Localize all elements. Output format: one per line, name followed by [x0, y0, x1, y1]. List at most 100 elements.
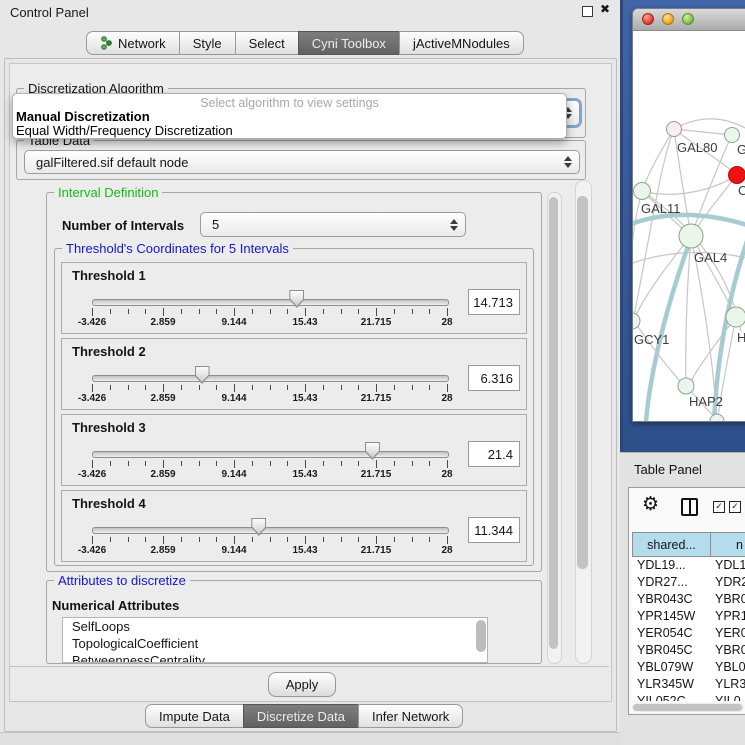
num-intervals-combobox[interactable]: 5 — [200, 212, 466, 237]
tab-style[interactable]: Style — [179, 31, 236, 55]
threshold-label: Threshold 4 — [72, 496, 146, 511]
list-item[interactable]: BetweennessCentrality — [63, 652, 487, 663]
slider-thumb[interactable] — [251, 518, 266, 536]
threshold-panel-1: Threshold 1-3.4262.8599.14415.4321.71528… — [61, 262, 527, 334]
tick-label: 21.715 — [361, 393, 392, 404]
close-traffic-light-icon[interactable] — [642, 13, 654, 25]
node-label: GAL80 — [677, 140, 717, 155]
column-header-name[interactable]: n — [710, 532, 745, 557]
network-node-gcy1[interactable] — [633, 313, 640, 329]
tab-jactivemnodules[interactable]: jActiveMNodules — [399, 31, 524, 55]
table-row[interactable]: YPR145WYPR1 — [632, 608, 745, 625]
tab-impute-data[interactable]: Impute Data — [145, 704, 244, 728]
network-node-gal11[interactable] — [634, 183, 651, 200]
network-window[interactable]: GAL80GAGAL11CGAL4GCY1HHAP2 — [632, 8, 745, 422]
apply-button[interactable]: Apply — [268, 672, 336, 697]
network-canvas[interactable]: GAL80GAGAL11CGAL4GCY1HHAP2 — [633, 31, 745, 421]
list-item[interactable]: SelfLoops — [63, 618, 487, 635]
table-row[interactable]: YDR27...YDR2 — [632, 574, 745, 591]
algorithm-dropdown-popup: Select algorithm to view settings Manual… — [12, 93, 567, 139]
threshold-value-field[interactable]: 14.713 — [468, 289, 520, 315]
threshold-label: Threshold 2 — [72, 344, 146, 359]
tab-infer-network[interactable]: Infer Network — [358, 704, 463, 728]
settings-scrollbar[interactable] — [547, 192, 562, 664]
close-icon[interactable]: ✖ — [600, 2, 610, 16]
table-row[interactable]: YBL079WYBL0 — [632, 659, 745, 676]
slider-thumb[interactable] — [365, 442, 380, 460]
slider-thumb[interactable] — [195, 366, 210, 384]
checkbox-icon[interactable]: ✓ — [713, 501, 725, 513]
tab-network[interactable]: Network — [86, 31, 180, 55]
network-edge[interactable] — [686, 236, 691, 386]
node-label: GAL4 — [694, 250, 727, 265]
network-edge[interactable] — [634, 236, 691, 319]
cell-name: YER0 — [711, 625, 745, 642]
cell-shared-name: YPR145W — [632, 608, 711, 625]
network-window-titlebar[interactable] — [633, 9, 745, 31]
slider-thumb[interactable] — [289, 290, 304, 308]
tab-label: Cyni Toolbox — [312, 36, 386, 51]
network-edge[interactable] — [633, 129, 674, 331]
threshold-panel-2: Threshold 2 -3.4262.8599.14415.4321.71528… — [61, 338, 527, 410]
tick-label: 15.43 — [292, 469, 317, 480]
tab-cyni-toolbox[interactable]: Cyni Toolbox — [298, 31, 400, 55]
table-hscrollbar[interactable] — [632, 703, 744, 712]
attributes-listbox[interactable]: SelfLoopsTopologicalCoefficientBetweenne… — [62, 617, 488, 663]
tick-label: 15.43 — [292, 317, 317, 328]
column-layout-icon[interactable] — [681, 498, 698, 516]
minimize-traffic-light-icon[interactable] — [662, 13, 674, 25]
network-edge[interactable] — [642, 129, 674, 191]
tab-label: Select — [249, 36, 285, 51]
tick-label: 2.859 — [150, 317, 175, 328]
cell-name: YLR3 — [711, 676, 745, 693]
top-tab-bar: NetworkStyle Select Cyni Toolbox jActiveMNo… — [86, 31, 524, 55]
table-row[interactable]: YBR043CYBR0 — [632, 591, 745, 608]
table-row[interactable]: YIL052CYIL0 — [632, 693, 745, 701]
network-node-h[interactable] — [726, 307, 745, 327]
float-icon[interactable] — [582, 6, 593, 17]
table-row[interactable]: YDL19...YDL1 — [632, 557, 745, 574]
threshold-value-field[interactable]: 21.4 — [468, 441, 520, 467]
table-row[interactable]: YBR045CYBR0 — [632, 642, 745, 659]
network-node-hap2[interactable] — [678, 378, 694, 394]
network-node-gal4[interactable] — [679, 224, 703, 248]
tab-discretize-data[interactable]: Discretize Data — [243, 704, 359, 728]
threshold-value-field[interactable]: 6.316 — [468, 365, 520, 391]
checkbox-icon[interactable]: ✓ — [729, 501, 741, 513]
tick-label: -3.426 — [78, 317, 106, 328]
tab-select[interactable]: Select — [235, 31, 299, 55]
slider-tick-labels: -3.4262.8599.14415.4321.71528 — [92, 469, 447, 481]
network-node[interactable] — [725, 128, 740, 143]
tick-label: 28 — [441, 317, 452, 328]
combo-value: 5 — [212, 213, 219, 236]
zoom-traffic-light-icon[interactable] — [682, 13, 694, 25]
cell-shared-name: YBL079W — [632, 659, 711, 676]
network-node[interactable] — [729, 167, 745, 184]
dropdown-option-manual[interactable]: Manual Discretization — [16, 109, 150, 124]
cell-name: YBR0 — [711, 591, 745, 608]
tick-label: 15.43 — [292, 545, 317, 556]
table-panel-body: ⚙ ✓ ✓ shared...n YDL19...YDL1YDR27...YDR… — [628, 487, 745, 715]
cell-shared-name: YLR345W — [632, 676, 711, 693]
list-scrollbar[interactable] — [476, 620, 486, 652]
dropdown-option-equal-width[interactable]: Equal Width/Frequency Discretization — [16, 123, 233, 138]
table-row[interactable]: YER054CYER0 — [632, 625, 745, 642]
node-label: HAP2 — [689, 394, 723, 409]
slider-ticks — [92, 536, 447, 545]
table-row[interactable]: YLR345WYLR3 — [632, 676, 745, 693]
slider-tick-labels: -3.4262.8599.14415.4321.71528 — [92, 393, 447, 405]
table-panel: Table Panel ⚙ ✓ ✓ shared...n YDL19...YDL… — [620, 452, 745, 745]
panel-scrollbar[interactable] — [575, 180, 592, 664]
network-edge[interactable] — [674, 129, 732, 135]
network-node-gal80[interactable] — [667, 122, 682, 137]
group-title: Interval Definition — [54, 185, 162, 200]
network-edge[interactable] — [642, 175, 737, 194]
threshold-value-field[interactable]: 11.344 — [468, 517, 520, 543]
gear-icon[interactable]: ⚙ — [642, 493, 659, 515]
bottom-tab-bar: Impute DataDiscretize DataInfer Network — [145, 704, 463, 728]
tick-label: 9.144 — [221, 393, 246, 404]
threshold-panel-3: Threshold 3-3.4262.8599.14415.4321.71528… — [61, 414, 527, 486]
column-header-shared-name[interactable]: shared... — [632, 532, 711, 557]
table-data-combobox[interactable]: galFiltered.sif default node — [24, 150, 580, 174]
list-item[interactable]: TopologicalCoefficient — [63, 635, 487, 652]
